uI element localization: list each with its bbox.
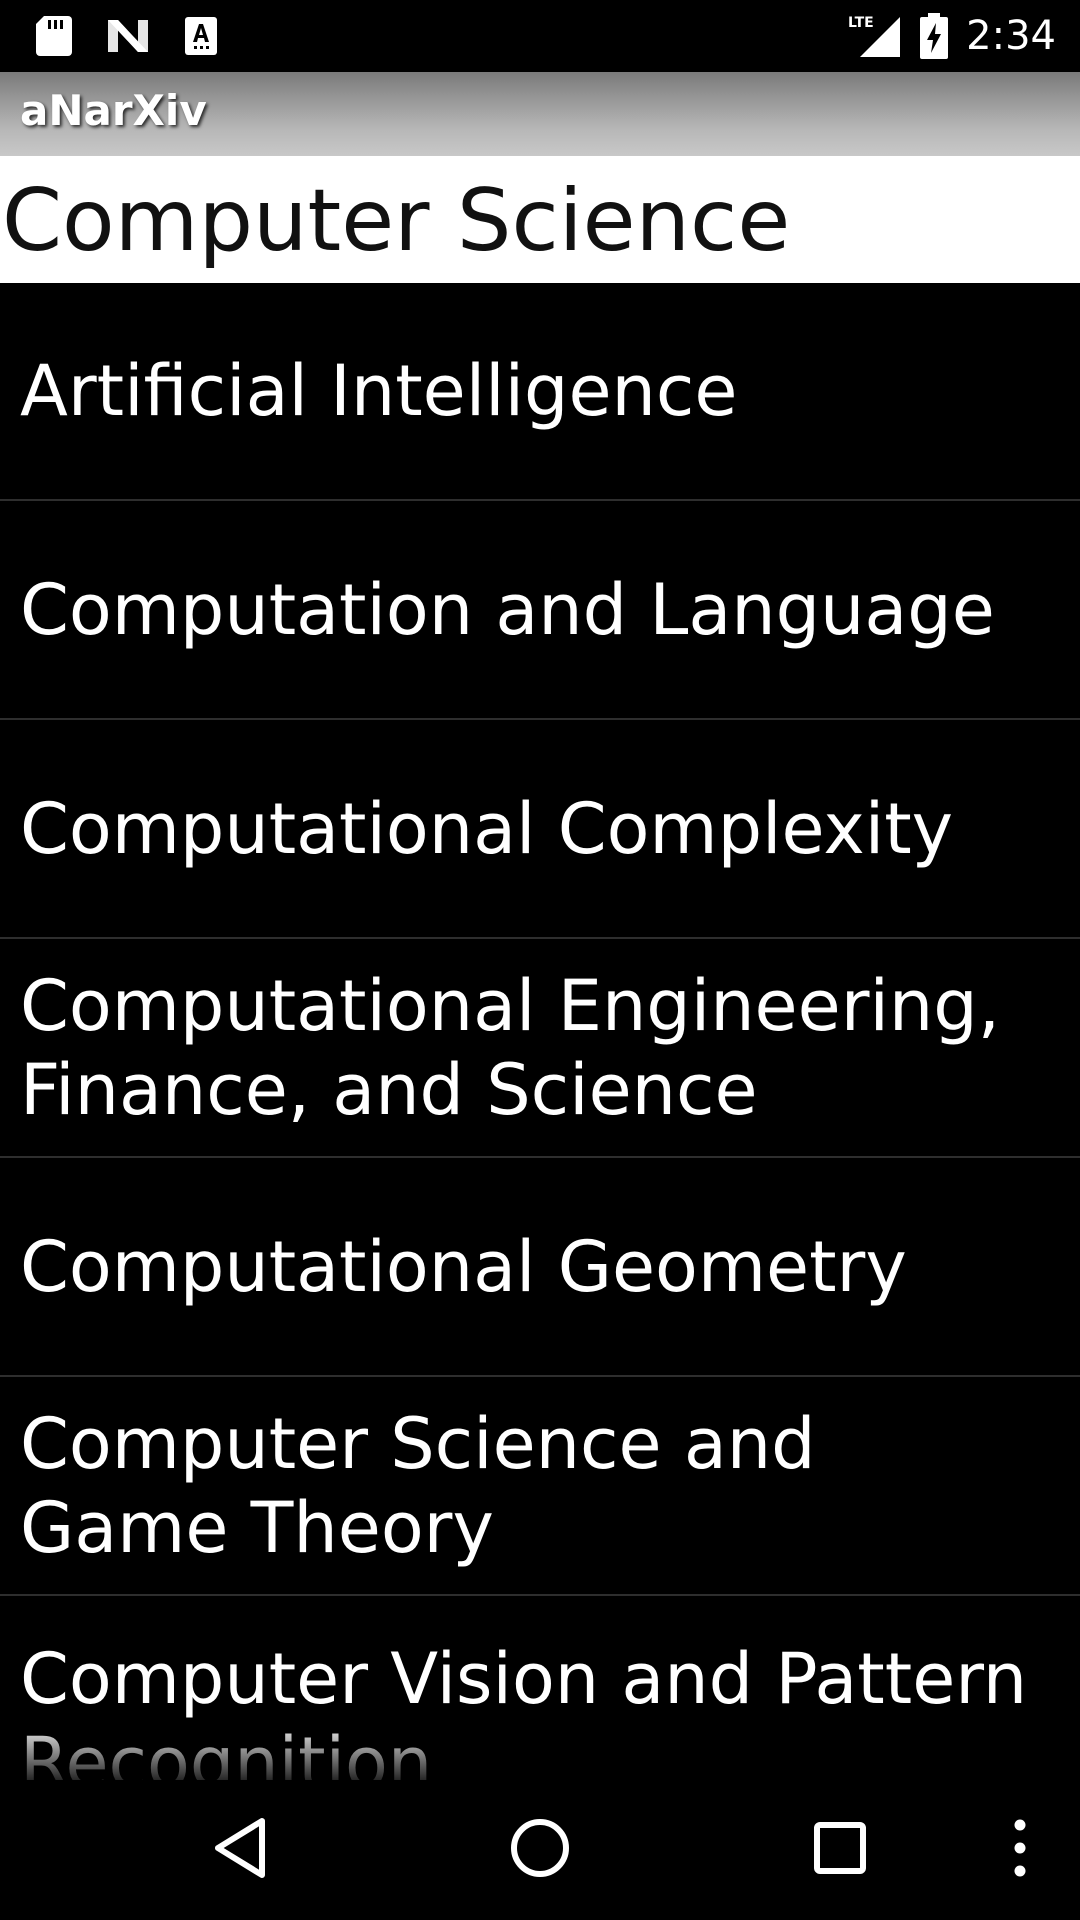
status-bar: LTE 2:34 — [0, 0, 1080, 72]
list-item-label: Computational Engineering, Finance, and … — [20, 965, 1000, 1131]
recents-icon — [813, 1821, 867, 1880]
navigation-bar — [0, 1780, 1080, 1920]
list-item-label: Computer Vision and Pattern Recognition — [20, 1638, 1028, 1780]
status-left-icons — [36, 14, 218, 58]
sd-card-icon — [36, 16, 72, 56]
list-item-label: Artificial Intelligence — [20, 350, 738, 432]
n-notification-icon — [106, 18, 150, 54]
battery-charging-icon — [920, 13, 949, 59]
status-right-icons: LTE 2:34 — [846, 10, 1056, 62]
home-icon — [509, 1817, 571, 1884]
section-header: Computer Science — [0, 156, 1080, 283]
network-label: LTE — [848, 15, 874, 31]
list-item[interactable]: Computational Engineering, Finance, and … — [0, 940, 1080, 1158]
list-item[interactable]: Computation and Language — [0, 502, 1080, 720]
list-item-label: Computational Complexity — [20, 788, 954, 870]
overflow-menu-button[interactable] — [990, 1780, 1050, 1920]
home-button[interactable] — [490, 1780, 590, 1920]
lte-signal-icon: LTE — [846, 13, 902, 59]
section-title: Computer Science — [2, 171, 791, 271]
list-item[interactable]: Computer Vision and Pattern Recognition — [0, 1597, 1080, 1780]
back-icon — [212, 1817, 268, 1884]
list-item[interactable]: Computer Science and Game Theory — [0, 1378, 1080, 1596]
back-button[interactable] — [190, 1780, 290, 1920]
list-item-label: Computer Science and Game Theory — [20, 1403, 816, 1569]
overflow-menu-icon — [1013, 1818, 1027, 1883]
list-item[interactable]: Computational Complexity — [0, 721, 1080, 939]
recents-button[interactable] — [790, 1780, 890, 1920]
app-title: aNarXiv — [20, 86, 207, 135]
category-list[interactable]: Artificial Intelligence Computation and … — [0, 283, 1080, 1780]
status-time: 2:34 — [966, 13, 1056, 59]
list-item-label: Computation and Language — [20, 569, 995, 651]
app-action-bar: aNarXiv — [0, 72, 1080, 156]
list-item[interactable]: Computational Geometry — [0, 1159, 1080, 1377]
keyboard-a-icon — [184, 16, 218, 56]
list-item-label: Computational Geometry — [20, 1226, 907, 1308]
list-item[interactable]: Artificial Intelligence — [0, 283, 1080, 501]
